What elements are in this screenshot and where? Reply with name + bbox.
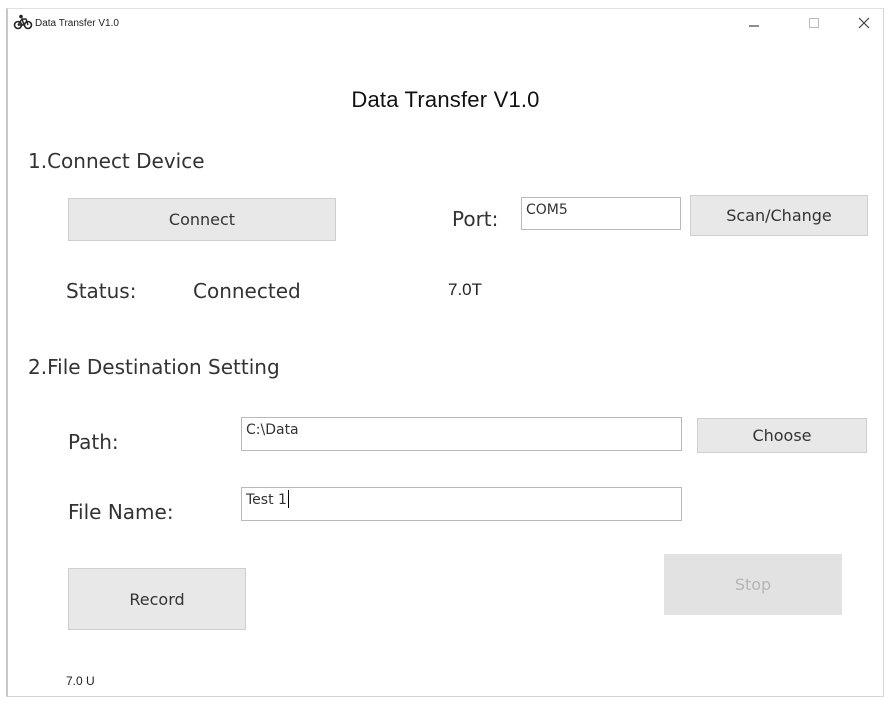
minimize-icon[interactable]	[734, 11, 774, 35]
choose-button[interactable]: Choose	[697, 418, 867, 453]
title-bar: Data Transfer V1.0	[8, 9, 883, 37]
close-icon[interactable]	[844, 11, 884, 35]
path-field[interactable]: C:\Data	[241, 417, 682, 451]
filename-label: File Name:	[68, 500, 174, 524]
version-note: 7.0T	[448, 280, 483, 299]
footer-version: 7.0 U	[66, 674, 95, 688]
page-title: Data Transfer V1.0	[351, 87, 540, 112]
filename-value: Test 1	[246, 492, 287, 508]
maximize-icon[interactable]	[794, 11, 834, 35]
window-title: Data Transfer V1.0	[35, 18, 119, 29]
bicycle-icon	[13, 14, 33, 30]
port-label: Port:	[452, 207, 499, 231]
filename-field[interactable]: Test 1	[241, 487, 682, 521]
path-label: Path:	[68, 430, 119, 454]
port-field[interactable]: COM5	[521, 197, 681, 230]
file-section-title: 2.File Destination Setting	[28, 355, 280, 379]
connect-button[interactable]: Connect	[68, 198, 336, 241]
connect-section-title: 1.Connect Device	[28, 149, 205, 173]
status-label: Status:	[66, 279, 137, 303]
status-value: Connected	[193, 279, 301, 303]
scan-change-button[interactable]: Scan/Change	[690, 195, 868, 236]
record-button[interactable]: Record	[68, 568, 246, 630]
app-window: Data Transfer V1.0 Data Transfer V1.0 1.…	[6, 8, 884, 697]
text-caret	[287, 490, 289, 508]
stop-button[interactable]: Stop	[664, 554, 842, 615]
